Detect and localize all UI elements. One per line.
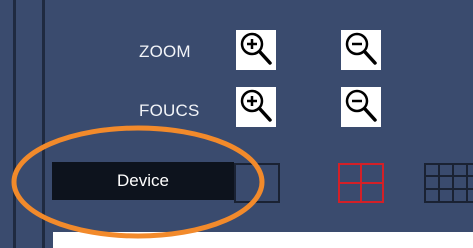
zoom-out-icon: [345, 89, 377, 122]
zoom-in-button[interactable]: [236, 30, 276, 70]
grid-9-layout-icon: [424, 163, 473, 203]
focus-out-button[interactable]: [341, 87, 381, 127]
quad-layout-button[interactable]: [338, 163, 384, 203]
focus-in-button[interactable]: [236, 87, 276, 127]
control-panel: ZOOM FOUCS Device: [0, 0, 473, 248]
focus-label: FOUCS: [139, 101, 200, 120]
left-divider-line: [42, 0, 45, 248]
zoom-in-icon: [240, 32, 272, 65]
device-button[interactable]: Device: [52, 162, 234, 200]
zoom-out-button[interactable]: [341, 30, 381, 70]
zoom-in-icon: [240, 89, 272, 122]
single-layout-icon: [234, 163, 280, 203]
quad-layout-icon: [338, 163, 384, 203]
single-layout-button[interactable]: [234, 163, 280, 203]
grid-9-layout-button[interactable]: [424, 163, 473, 203]
content-area: [53, 232, 473, 248]
zoom-label: ZOOM: [139, 42, 191, 61]
left-border-line: [13, 0, 16, 248]
zoom-out-icon: [345, 32, 377, 65]
